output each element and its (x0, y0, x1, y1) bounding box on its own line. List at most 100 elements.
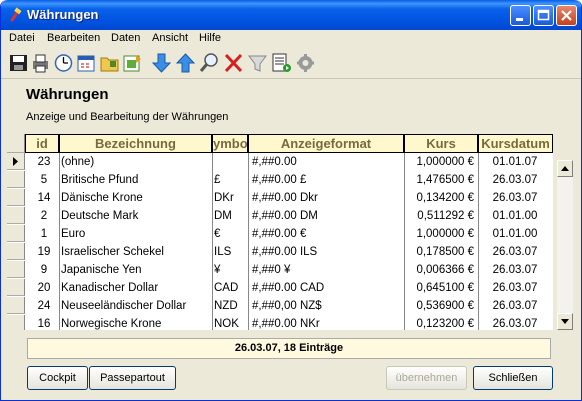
report-icon[interactable] (271, 52, 292, 74)
table-row[interactable]: 24 Neuseeländischer Dollar NZD #,##0,00 NZ$… (25, 297, 553, 315)
maximize-button[interactable] (533, 5, 554, 26)
cell-kurs: 0,645100 € (416, 282, 474, 294)
menu-ansicht[interactable]: Ansicht (152, 32, 188, 44)
cell-bezeichnung: (ohne) (61, 156, 95, 168)
cell-bezeichnung: Kanadischer Dollar (61, 282, 159, 294)
clock-icon[interactable] (53, 52, 74, 74)
cell-symbol (212, 153, 248, 171)
cell-kursdatum: 01.01.07 (492, 156, 538, 168)
calendar-icon[interactable] (76, 52, 97, 74)
cell-kursdatum: 26.03.07 (492, 318, 538, 330)
scroll-up-arrow-icon (561, 166, 569, 171)
table-row[interactable]: 9 Japanische Yen ¥ #,##0 ¥ 0,006366 € 26.03.0… (25, 261, 553, 279)
table-row[interactable]: 2 Deutsche Mark DM #,##0.00 DM 0,511292 € 01.… (25, 207, 553, 225)
cell-symbol: ¥ (214, 264, 221, 276)
delete-x-icon[interactable] (223, 52, 244, 74)
minimize-button[interactable] (510, 5, 531, 26)
currency-table: id Bezeichnung ymbo Anzeigeformat Kurs K… (7, 134, 553, 330)
menu-bearbeiten[interactable]: Bearbeiten (47, 32, 100, 44)
cell-anzeigeformat: #,##0.00 £ (252, 174, 307, 186)
column-header-anzeigeformat[interactable]: Anzeigeformat (248, 134, 404, 153)
cell-kursdatum: 26.03.07 (492, 264, 538, 276)
row-selector[interactable] (7, 171, 25, 188)
cell-bezeichnung: Dänische Krone (61, 192, 143, 204)
cell-kursdatum: 26.03.07 (492, 300, 538, 312)
cell-kurs: 1,476500 € (416, 174, 474, 186)
cell-anzeigeformat: #,##0.00 Dkr (252, 192, 318, 204)
table-row[interactable]: 19 Israelischer Schekel ILS #,##0.00 ILS 0,1… (25, 243, 553, 261)
cell-symbol: £ (214, 174, 221, 186)
menu-datei[interactable]: Datei (9, 32, 35, 44)
cell-symbol: ILS (214, 246, 232, 258)
folder-icon[interactable] (99, 52, 120, 74)
export-icon[interactable] (122, 52, 143, 74)
status-bar: 26.03.07, 18 Einträge (27, 338, 551, 359)
cell-anzeigeformat: #,##0.00 € (252, 228, 307, 240)
vertical-scrollbar[interactable] (557, 160, 573, 330)
cell-kursdatum: 01.01.00 (492, 210, 538, 222)
cell-bezeichnung: Britische Pfund (61, 174, 139, 186)
scroll-down-arrow-icon (561, 319, 569, 324)
table-row[interactable]: 20 Kanadischer Dollar CAD #,##0.00 CAD 0,645… (25, 279, 553, 297)
cell-anzeigeformat: #,##0.00 ILS (252, 246, 318, 258)
column-header-bezeichnung[interactable]: Bezeichnung (59, 134, 212, 153)
row-selector[interactable] (7, 279, 25, 296)
row-selector[interactable] (7, 225, 25, 242)
table-row[interactable]: 1 Euro € #,##0.00 € 1,000000 € 01.01.00 (25, 225, 553, 243)
scroll-up-button[interactable] (557, 160, 573, 177)
cell-bezeichnung: Neuseeländischer Dollar (61, 300, 187, 312)
magnifier-icon[interactable] (199, 52, 220, 74)
cell-kurs: 1,000000 € (416, 156, 474, 168)
arrow-down-icon[interactable] (151, 52, 172, 74)
window-title: Währungen (27, 7, 99, 22)
row-selector[interactable] (7, 315, 25, 330)
table-row[interactable]: 14 Dänische Krone DKr #,##0.00 Dkr 0,134200 … (25, 189, 553, 207)
table-row[interactable]: 5 Britische Pfund £ #,##0.00 £ 1,476500 € 26.… (25, 171, 553, 189)
cell-kurs: 0,511292 € (417, 210, 474, 222)
cell-kursdatum: 01.01.00 (492, 228, 538, 240)
column-header-id[interactable]: id (25, 134, 59, 153)
cell-id: 19 (37, 246, 51, 258)
cell-id: 9 (40, 264, 48, 276)
cell-symbol: DM (214, 210, 232, 222)
filter-funnel-icon[interactable] (247, 52, 268, 74)
row-selector[interactable] (7, 207, 25, 224)
toolbar (1, 48, 581, 79)
save-icon[interactable] (8, 52, 29, 74)
cell-anzeigeformat: #,##0.00 NKr (252, 318, 320, 330)
table-row[interactable]: 16 Norwegische Krone NOK #,##0.00 NKr 0,1232… (25, 315, 553, 330)
app-tools-icon (10, 7, 22, 22)
row-selector[interactable] (7, 297, 25, 314)
apply-button[interactable]: übernehmen (386, 366, 467, 390)
arrow-up-icon[interactable] (175, 52, 196, 74)
column-header-symbol[interactable]: ymbo (212, 134, 248, 153)
page-title: Währungen (26, 86, 109, 103)
passepartout-button[interactable]: Passepartout (89, 366, 176, 390)
column-header-kursdatum[interactable]: Kursdatum (478, 134, 553, 153)
cell-id: 16 (37, 318, 51, 330)
cell-kurs: 0,006366 € (416, 264, 474, 276)
table-row[interactable]: 23 (ohne) #,##0.00 1,000000 € 01.01.07 (25, 153, 553, 171)
scroll-down-button[interactable] (557, 313, 573, 330)
cell-symbol: € (214, 228, 221, 240)
close-dialog-button[interactable]: Schließen (473, 366, 553, 390)
cell-kursdatum: 26.03.07 (492, 192, 538, 204)
cell-bezeichnung: Israelischer Schekel (61, 246, 164, 258)
cell-id: 2 (40, 210, 48, 222)
page-subtitle: Anzeige und Bearbeitung der Währungen (26, 111, 229, 123)
menu-hilfe[interactable]: Hilfe (199, 32, 221, 44)
cell-symbol: CAD (214, 282, 239, 294)
row-selector[interactable] (7, 261, 25, 278)
row-selector[interactable] (7, 243, 25, 260)
column-header-kurs[interactable]: Kurs (404, 134, 478, 153)
cell-id: 23 (37, 156, 51, 168)
row-selector[interactable] (7, 189, 25, 206)
settings-icon[interactable] (295, 52, 316, 74)
cell-bezeichnung: Euro (61, 228, 86, 240)
print-icon[interactable] (30, 52, 51, 74)
cockpit-button[interactable]: Cockpit (27, 366, 88, 390)
close-button[interactable] (556, 5, 577, 26)
menu-daten[interactable]: Daten (111, 32, 140, 44)
row-selector[interactable] (7, 153, 25, 170)
maximize-icon (537, 9, 550, 21)
